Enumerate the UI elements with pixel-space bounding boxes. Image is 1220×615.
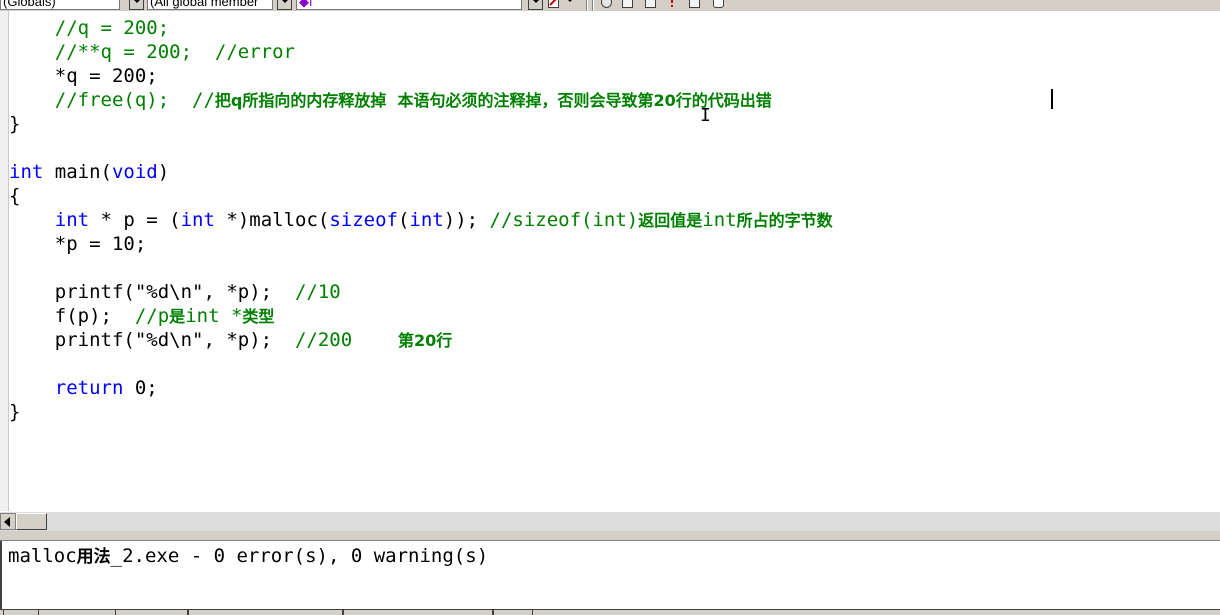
compile-icon[interactable]: [622, 0, 633, 8]
execute-icon[interactable]: [689, 0, 700, 8]
output-tab[interactable]: [115, 610, 188, 615]
breakpoint-icon[interactable]: [713, 0, 724, 8]
code-comment: 类型: [242, 307, 275, 326]
code-line: int main(void): [9, 160, 169, 184]
code-comment: 返回值是: [638, 211, 703, 230]
code-text: printf("%d\n", *p);: [54, 329, 295, 351]
editor-gutter[interactable]: [0, 11, 9, 511]
code-line: }: [9, 112, 20, 136]
code-keyword: sizeof: [329, 209, 398, 231]
members-combo-dropdown-icon[interactable]: [277, 0, 292, 10]
text-caret: [1051, 89, 1053, 109]
code-comment: 是: [169, 307, 186, 326]
code-keyword: int: [54, 209, 90, 231]
ibeam-cursor-icon: I: [700, 105, 711, 126]
code-keyword: int: [180, 209, 215, 231]
scrollbar-thumb[interactable]: [16, 513, 47, 530]
code-line: *q = 200;: [9, 64, 158, 88]
code-line: return 0;: [9, 376, 158, 400]
code-text: {: [9, 185, 21, 207]
code-text: 0;: [123, 377, 158, 399]
editor-horizontal-scrollbar[interactable]: [0, 511, 1220, 531]
build-result-line: malloc用法_2.exe - 0 error(s), 0 warning(s…: [8, 544, 488, 569]
code-text: *)malloc(: [214, 209, 330, 231]
scope-combo[interactable]: (Globals): [0, 0, 120, 10]
code-text: ));: [443, 209, 490, 231]
wizard-action-icon[interactable]: [548, 0, 559, 8]
output-tab[interactable]: [3, 610, 39, 615]
stop-build-icon[interactable]: [669, 0, 675, 8]
output-tab[interactable]: [493, 610, 533, 615]
members-combo[interactable]: (All global member: [147, 0, 273, 10]
code-comment: 第20行: [397, 331, 453, 350]
code-text: }: [9, 401, 21, 423]
code-line: *p = 10;: [9, 232, 147, 256]
code-line: int * p = (int *)malloc(sizeof(int)); //…: [9, 208, 833, 232]
code-line: }: [9, 400, 20, 424]
toolbar-separator: [592, 0, 594, 11]
code-keyword: int: [9, 161, 44, 183]
wizard-action-dropdown-icon[interactable]: [563, 0, 574, 10]
code-line: printf("%d\n", *p); //200 第20行: [9, 328, 452, 352]
ide-window: (Globals) (All global member ◆f //q = 20…: [0, 0, 1220, 615]
code-line: //q = 200;: [9, 16, 169, 40]
code-comment: //q = 200;: [54, 17, 170, 39]
pane-splitter[interactable]: [0, 531, 1220, 541]
output-tab[interactable]: [188, 610, 343, 615]
code-comment: int *: [185, 305, 243, 327]
output-exe-suffix: _2.exe - 0 error(s), 0 warning(s): [110, 545, 489, 567]
output-exe-prefix: malloc: [8, 545, 77, 567]
code-line: printf("%d\n", *p); //10: [9, 280, 341, 304]
output-tabs-bar: [0, 609, 1220, 615]
scroll-left-arrow-icon[interactable]: [0, 513, 16, 530]
scope-combo-dropdown-icon[interactable]: [129, 0, 144, 10]
code-comment: //p: [134, 305, 170, 327]
code-comment: //**q = 200; //error: [54, 41, 295, 63]
output-exe-zh: 用法: [76, 547, 111, 567]
wizard-toolbar: (Globals) (All global member ◆f: [0, 0, 1220, 11]
code-text: main(: [43, 161, 112, 183]
code-text: }: [9, 113, 21, 135]
code-comment: //sizeof(int): [489, 209, 639, 231]
code-line: {: [9, 184, 20, 208]
code-text: *p = 10;: [54, 233, 147, 255]
go-to-definition-icon[interactable]: [601, 0, 612, 8]
code-line: //**q = 200; //error: [9, 40, 295, 64]
code-line: f(p); //p是int *类型: [9, 304, 275, 328]
code-comment: //free(q); //: [54, 89, 215, 111]
code-line: //free(q); //把q所指向的内存释放掉 本语句必须的注释掉，否则会导致…: [9, 88, 772, 112]
code-comment: 把q所指向的内存释放掉 本语句必须的注释掉，否则会导致第20行的代码出错: [214, 91, 772, 110]
code-comment: //10: [294, 281, 341, 303]
code-text: f(p);: [54, 305, 135, 327]
code-keyword: int: [409, 209, 444, 231]
code-editor[interactable]: //q = 200; //**q = 200; //error *q = 200…: [0, 11, 1220, 511]
code-text: * p = (: [89, 209, 181, 231]
code-comment: //200: [294, 329, 398, 351]
function-combo[interactable]: ◆f: [296, 0, 522, 10]
code-text: (: [397, 209, 410, 231]
function-combo-dropdown-icon[interactable]: [528, 0, 543, 10]
build-icon[interactable]: [645, 0, 656, 8]
output-tab[interactable]: [343, 610, 493, 615]
code-keyword: void: [111, 161, 158, 183]
toolbar-separator: [586, 0, 588, 11]
code-keyword: return: [54, 377, 124, 399]
code-comment: int: [702, 209, 737, 231]
code-text: printf("%d\n", *p);: [54, 281, 295, 303]
code-text: *q = 200;: [54, 65, 158, 87]
code-comment: 所占的字节数: [736, 211, 833, 230]
code-text: ): [157, 161, 170, 183]
output-pane[interactable]: malloc用法_2.exe - 0 error(s), 0 warning(s…: [0, 541, 1220, 609]
